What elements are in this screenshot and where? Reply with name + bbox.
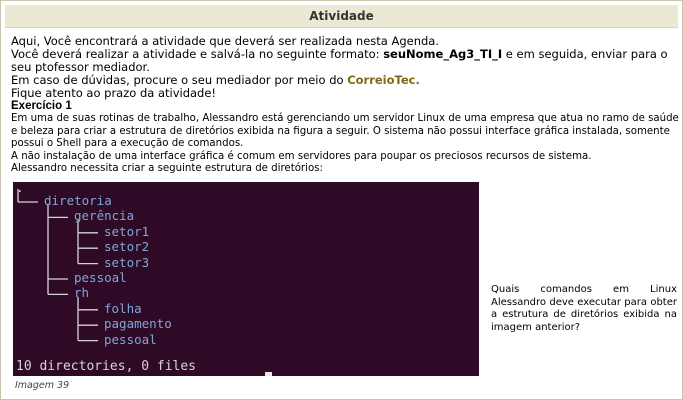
panel-header: Atividade — [5, 5, 678, 28]
exercise-paragraph-1: Em uma de suas rotinas de trabalho, Ales… — [11, 113, 679, 149]
tree-dir-gerência: gerência — [74, 208, 135, 224]
exercise-paragraph-3: Alessandro necessita criar a seguinte es… — [11, 163, 323, 174]
tree-dir-setor2: setor2 — [104, 239, 150, 255]
tree-summary: 10 directories, 0 files — [16, 359, 197, 374]
file-name-format: seuNome_Ag3_TI_I — [383, 47, 503, 61]
tree-dir-pagamento: pagamento — [104, 316, 172, 332]
tree-dir-diretoria: diretoria — [44, 193, 112, 208]
tree-dir-rh: rh — [74, 285, 90, 301]
panel-title: Atividade — [309, 9, 374, 23]
tree-dir-folha: folha — [104, 300, 142, 316]
intro-line-2: Você deverá realizar a atividade e salvá… — [11, 47, 668, 74]
terminal-screenshot: . diretoria gerência setor1 setor2 setor3 pes… — [13, 182, 479, 376]
tree-root: . — [16, 182, 24, 195]
tree-dir-pessoal: pessoal — [104, 331, 157, 347]
tree-dir-setor3: setor3 — [104, 254, 150, 270]
image-caption: Imagem 39 — [15, 380, 70, 391]
exercise-title: Exercício 1 — [11, 100, 72, 112]
intro-text: Aqui, Você encontrará a atividade que de… — [11, 35, 677, 100]
tree-dir-setor1: setor1 — [104, 223, 150, 239]
intro-line-4: Fique atento ao prazo da atividade! — [11, 86, 217, 100]
exercise-body: Em uma de suas rotinas de trabalho, Ales… — [11, 113, 679, 176]
activity-panel: Atividade Aqui, Você encontrará a ativid… — [0, 0, 683, 400]
terminal-cursor — [265, 372, 272, 376]
question-text: Quais comandos em Linux Alessandro deve … — [491, 284, 677, 333]
tree-dir-pessoal: pessoal — [74, 270, 127, 285]
exercise-paragraph-2: A não instalação de uma interface gráfic… — [11, 150, 592, 162]
correiotec-link[interactable]: CorreioTec. — [347, 73, 420, 87]
